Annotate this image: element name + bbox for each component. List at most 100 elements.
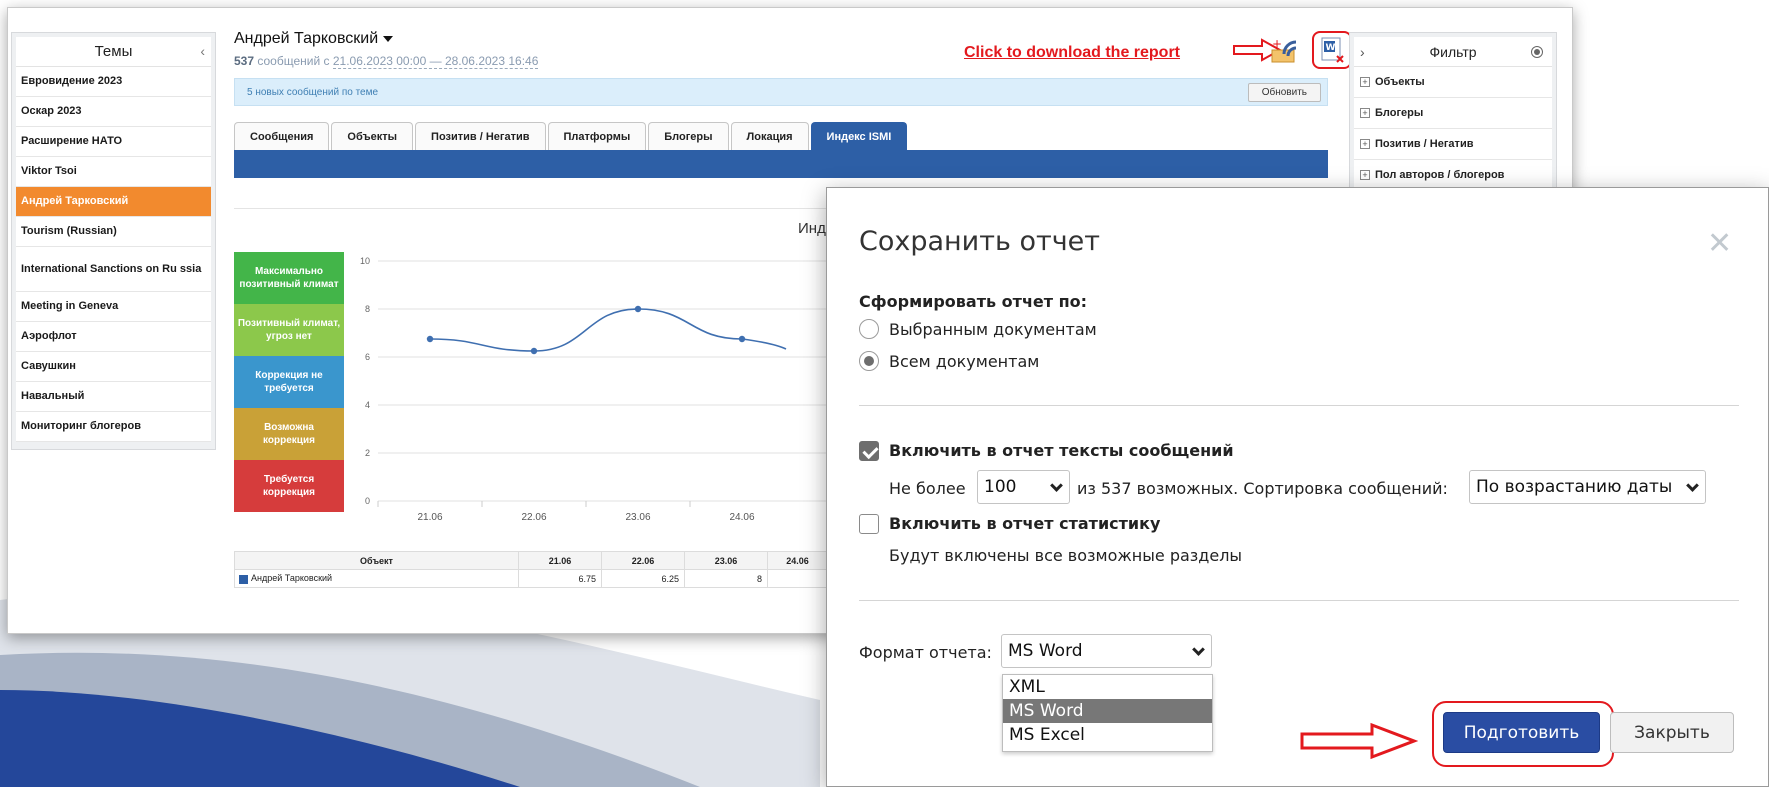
object-name: Андрей Тарковский — [251, 573, 333, 584]
themes-title: Темы — [94, 43, 133, 60]
tab-content-bar — [234, 150, 1328, 178]
plus-icon: + — [1360, 170, 1370, 180]
message-count: 537 — [234, 54, 255, 68]
date-range-link[interactable]: 21.06.2023 00:00 — 28.06.2023 16:46 — [332, 54, 539, 69]
red-arrow-annotation-icon — [1300, 722, 1418, 760]
x-tick-label: 24.06 — [729, 512, 754, 523]
word-report-icon[interactable]: W — [1320, 37, 1346, 65]
format-dropdown-list: XML MS Word MS Excel — [1002, 674, 1213, 752]
topic-title[interactable]: Андрей Тарковский — [234, 30, 394, 48]
form-by-label: Сформировать отчет по: — [859, 292, 1088, 311]
table-cell: 8 — [684, 569, 768, 588]
filter-title: Фильтр — [1429, 43, 1477, 60]
filter-reset-icon[interactable] — [1531, 46, 1543, 58]
x-tick-label: 21.06 — [417, 512, 442, 523]
tab-messages[interactable]: Сообщения — [234, 122, 330, 150]
theme-item[interactable]: Савушкин — [16, 352, 211, 382]
data-point[interactable] — [530, 347, 538, 355]
sort-select[interactable]: По возрастанию даты — [1469, 470, 1706, 504]
theme-item[interactable]: Мониторинг блогеров — [16, 412, 211, 442]
theme-item[interactable]: Расширение НАТО — [16, 127, 211, 157]
filter-item-objects[interactable]: + Объекты — [1354, 67, 1552, 98]
topic-title-text: Андрей Тарковский — [234, 30, 379, 47]
tab-ismi-index[interactable]: Индекс ISMI — [810, 122, 908, 150]
chevron-down-icon — [1050, 479, 1063, 492]
chevron-down-icon — [1192, 643, 1205, 656]
expand-chevron-icon[interactable]: › — [1360, 44, 1365, 60]
tab-positive-negative[interactable]: Позитив / Негатив — [415, 122, 546, 150]
y-tick-label: 2 — [365, 448, 370, 458]
new-messages-notice: 5 новых сообщений по теме Обновить — [234, 78, 1328, 106]
theme-item[interactable]: International Sanctions on Ru ssia — [16, 247, 211, 292]
theme-item[interactable]: Навальный — [16, 382, 211, 412]
y-tick-label: 0 — [365, 496, 370, 506]
theme-item[interactable]: Tourism (Russian) — [16, 217, 211, 247]
table-header: 22.06 — [601, 551, 685, 570]
divider — [859, 405, 1739, 406]
filter-item-bloggers[interactable]: + Блогеры — [1354, 98, 1552, 129]
theme-item[interactable]: Аэрофлот — [16, 322, 211, 352]
format-option-word[interactable]: MS Word — [1003, 699, 1212, 723]
themes-sidebar: Темы ‹ Евровидение 2023 Оскар 2023 Расши… — [11, 32, 216, 450]
include-texts-checkbox[interactable] — [859, 441, 879, 461]
tab-strip: Сообщения Объекты Позитив / Негатив Плат… — [234, 122, 908, 150]
close-icon[interactable]: ✕ — [1707, 226, 1732, 261]
y-tick-label: 10 — [360, 256, 370, 266]
plus-icon: + — [1360, 77, 1370, 87]
format-option-xml[interactable]: XML — [1003, 675, 1212, 699]
collapse-chevron-icon[interactable]: ‹ — [200, 43, 205, 59]
stats-note: Будут включены все возможные разделы — [889, 546, 1243, 565]
limit-select[interactable]: 100 — [977, 470, 1070, 504]
table-header: 21.06 — [518, 551, 602, 570]
close-button[interactable]: Закрыть — [1610, 712, 1734, 753]
data-point[interactable] — [738, 335, 746, 343]
data-point[interactable] — [426, 335, 434, 343]
plus-icon: + — [1360, 108, 1370, 118]
include-stats-label: Включить в отчет статистику — [889, 514, 1161, 533]
plus-icon: + — [1360, 139, 1370, 149]
sort-value: По возрастанию даты — [1476, 477, 1673, 497]
include-stats-checkbox[interactable] — [859, 514, 879, 534]
save-report-dialog: Сохранить отчет ✕ Сформировать отчет по:… — [826, 187, 1769, 787]
dialog-title: Сохранить отчет — [859, 226, 1100, 257]
notice-text: 5 новых сообщений по теме — [247, 86, 379, 98]
theme-item-active[interactable]: Андрей Тарковский — [16, 187, 211, 217]
radio-all-docs[interactable] — [859, 351, 879, 371]
theme-item[interactable]: Евровидение 2023 — [16, 67, 211, 97]
tab-objects[interactable]: Объекты — [331, 122, 414, 150]
limit-prefix: Не более — [889, 479, 966, 498]
table-header-row: Объект 21.06 22.06 23.06 24.06 — [234, 551, 828, 570]
format-select[interactable]: MS Word — [1001, 634, 1212, 668]
caret-down-icon — [383, 36, 394, 42]
format-option-excel[interactable]: MS Excel — [1003, 723, 1212, 747]
refresh-button[interactable]: Обновить — [1247, 83, 1321, 102]
data-table: Объект 21.06 22.06 23.06 24.06 Андрей Та… — [234, 551, 828, 588]
limit-suffix: из 537 возможных. Сортировка сообщений: — [1077, 479, 1448, 498]
theme-item[interactable]: Оскар 2023 — [16, 97, 211, 127]
ismi-line-chart: 0 2 4 6 8 10 21.06 22.06 23.06 24.06 — [360, 256, 828, 523]
filter-panel: › Фильтр + Объекты + Блогеры + Позитив / Не… — [1349, 32, 1557, 202]
svg-text:W: W — [1326, 43, 1336, 53]
topic-subtitle: 537 сообщений с 21.06.2023 00:00 — 28.06… — [234, 54, 539, 69]
include-texts-label: Включить в отчет тексты сообщений — [889, 441, 1234, 460]
ismi-legend: Максимально позитивный климат Позитивный… — [234, 252, 344, 512]
chevron-down-icon — [1686, 479, 1699, 492]
x-tick-label: 23.06 — [625, 512, 650, 523]
svg-text:+: + — [1272, 37, 1282, 51]
y-tick-label: 6 — [365, 352, 370, 362]
radio-selected-docs-label: Выбранным документам — [889, 320, 1097, 339]
theme-item[interactable]: Meeting in Geneva — [16, 292, 211, 322]
theme-item[interactable]: Viktor Tsoi — [16, 157, 211, 187]
tab-platforms[interactable]: Платформы — [547, 122, 647, 150]
tab-location[interactable]: Локация — [730, 122, 809, 150]
prepare-button[interactable]: Подготовить — [1443, 712, 1600, 753]
subtitle-prefix: сообщений с — [257, 54, 330, 68]
legend-max-positive: Максимально позитивный климат — [234, 252, 344, 304]
tab-bloggers[interactable]: Блогеры — [648, 122, 729, 150]
radio-selected-docs[interactable] — [859, 319, 879, 339]
table-header: 23.06 — [684, 551, 768, 570]
filter-item-sentiment[interactable]: + Позитив / Негатив — [1354, 129, 1552, 160]
data-point[interactable] — [634, 305, 642, 313]
format-label: Формат отчета: — [859, 643, 992, 662]
rss-add-icon[interactable]: + — [1270, 36, 1302, 64]
